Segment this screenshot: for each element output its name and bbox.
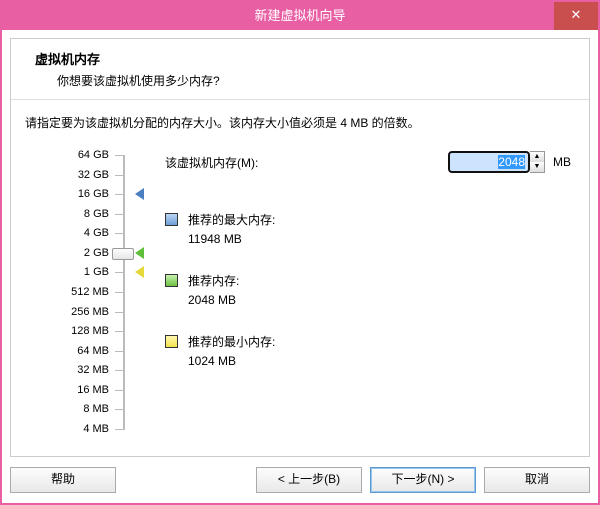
- spin-up-button[interactable]: ▲: [530, 152, 544, 162]
- settings-column: 该虚拟机内存(M): ▲ ▼ MB 推荐的最大内存: 11948 M: [165, 151, 571, 394]
- slider-tick-label: 16 MB: [77, 384, 109, 396]
- memory-input[interactable]: [448, 151, 530, 173]
- window-title: 新建虚拟机向导: [254, 8, 345, 23]
- page-header: 虚拟机内存 你想要该虚拟机使用多少内存?: [11, 39, 589, 99]
- slider-tick-label: 128 MB: [71, 325, 109, 337]
- memory-unit: MB: [553, 155, 571, 169]
- marker-rec-icon: [135, 247, 144, 259]
- slider-tick-label: 8 MB: [83, 403, 109, 415]
- slider-tick-label: 1 GB: [84, 266, 109, 278]
- slider-tick-label: 32 MB: [77, 364, 109, 376]
- slider-tick-mark: [115, 409, 125, 410]
- next-button[interactable]: 下一步(N) >: [370, 467, 476, 493]
- slider-tick-mark: [115, 175, 125, 176]
- body-area: 64 GB 32 GB 16 GB 8 GB 4 GB 2 GB 1 GB 512 MB 256…: [25, 151, 571, 446]
- slider-thumb[interactable]: [112, 248, 134, 260]
- chevron-up-icon: ▲: [534, 153, 541, 160]
- rec-min: 推荐的最小内存: 1024 MB: [165, 333, 571, 368]
- cancel-button[interactable]: 取消: [484, 467, 590, 493]
- spinner-buttons: ▲ ▼: [530, 151, 545, 173]
- memory-slider[interactable]: 64 GB 32 GB 16 GB 8 GB 4 GB 2 GB 1 GB 512 MB 256…: [25, 151, 155, 441]
- marker-min-icon: [135, 266, 144, 278]
- slider-tick-mark: [115, 351, 125, 352]
- spin-down-button[interactable]: ▼: [530, 162, 544, 172]
- slider-tick-label: 4 GB: [84, 227, 109, 239]
- wizard-window: 新建虚拟机向导 ✕ 虚拟机内存 你想要该虚拟机使用多少内存? 请指定要为该虚拟机…: [0, 0, 600, 505]
- slider-tick-mark: [115, 233, 125, 234]
- close-button[interactable]: ✕: [554, 2, 598, 30]
- slider-tick-mark: [115, 370, 125, 371]
- back-button[interactable]: < 上一步(B): [256, 467, 362, 493]
- slider-tick-mark: [115, 390, 125, 391]
- rec-max-value: 11948 MB: [188, 232, 571, 246]
- recommendations: 推荐的最大内存: 11948 MB 推荐内存: 2048 MB 推荐的最小内存:…: [165, 211, 571, 368]
- footer-buttons: 帮助 < 上一步(B) 下一步(N) > 取消: [10, 465, 590, 495]
- slider-tick-label: 2 GB: [84, 247, 109, 259]
- square-green-icon: [165, 274, 178, 287]
- page-title: 虚拟机内存: [35, 49, 573, 68]
- memory-label: 该虚拟机内存(M):: [165, 154, 258, 171]
- rec-max-label: 推荐的最大内存:: [188, 211, 275, 228]
- slider-tick-mark: [115, 272, 125, 273]
- titlebar: 新建虚拟机向导 ✕: [2, 2, 598, 30]
- memory-spinner: ▲ ▼ MB: [448, 151, 571, 173]
- help-button[interactable]: 帮助: [10, 467, 116, 493]
- rec-max: 推荐的最大内存: 11948 MB: [165, 211, 571, 246]
- square-yellow-icon: [165, 335, 178, 348]
- slider-tick-mark: [115, 155, 125, 156]
- slider-tick-mark: [115, 292, 125, 293]
- chevron-down-icon: ▼: [534, 163, 541, 170]
- slider-tick-mark: [115, 214, 125, 215]
- slider-tick-mark: [115, 312, 125, 313]
- marker-max-icon: [135, 188, 144, 200]
- page-subtitle: 你想要该虚拟机使用多少内存?: [57, 72, 573, 89]
- rec-min-value: 1024 MB: [188, 354, 571, 368]
- square-blue-icon: [165, 213, 178, 226]
- slider-tick-label: 64 MB: [77, 345, 109, 357]
- content-panel: 虚拟机内存 你想要该虚拟机使用多少内存? 请指定要为该虚拟机分配的内存大小。该内…: [10, 38, 590, 457]
- slider-tick-label: 4 MB: [83, 423, 109, 435]
- rec-rec-value: 2048 MB: [188, 293, 571, 307]
- slider-tick-label: 16 GB: [78, 188, 109, 200]
- memory-row: 该虚拟机内存(M): ▲ ▼ MB: [165, 151, 571, 173]
- slider-tick-label: 256 MB: [71, 306, 109, 318]
- slider-tick-mark: [115, 331, 125, 332]
- slider-tick-mark: [115, 429, 125, 430]
- close-icon: ✕: [571, 7, 582, 22]
- slider-tick-mark: [115, 194, 125, 195]
- slider-tick-label: 64 GB: [78, 149, 109, 161]
- instruction-text: 请指定要为该虚拟机分配的内存大小。该内存大小值必须是 4 MB 的倍数。: [11, 100, 589, 141]
- slider-tick-label: 8 GB: [84, 208, 109, 220]
- rec-rec: 推荐内存: 2048 MB: [165, 272, 571, 307]
- rec-rec-label: 推荐内存:: [188, 272, 239, 289]
- slider-tick-label: 512 MB: [71, 286, 109, 298]
- rec-min-label: 推荐的最小内存:: [188, 333, 275, 350]
- slider-tick-label: 32 GB: [78, 169, 109, 181]
